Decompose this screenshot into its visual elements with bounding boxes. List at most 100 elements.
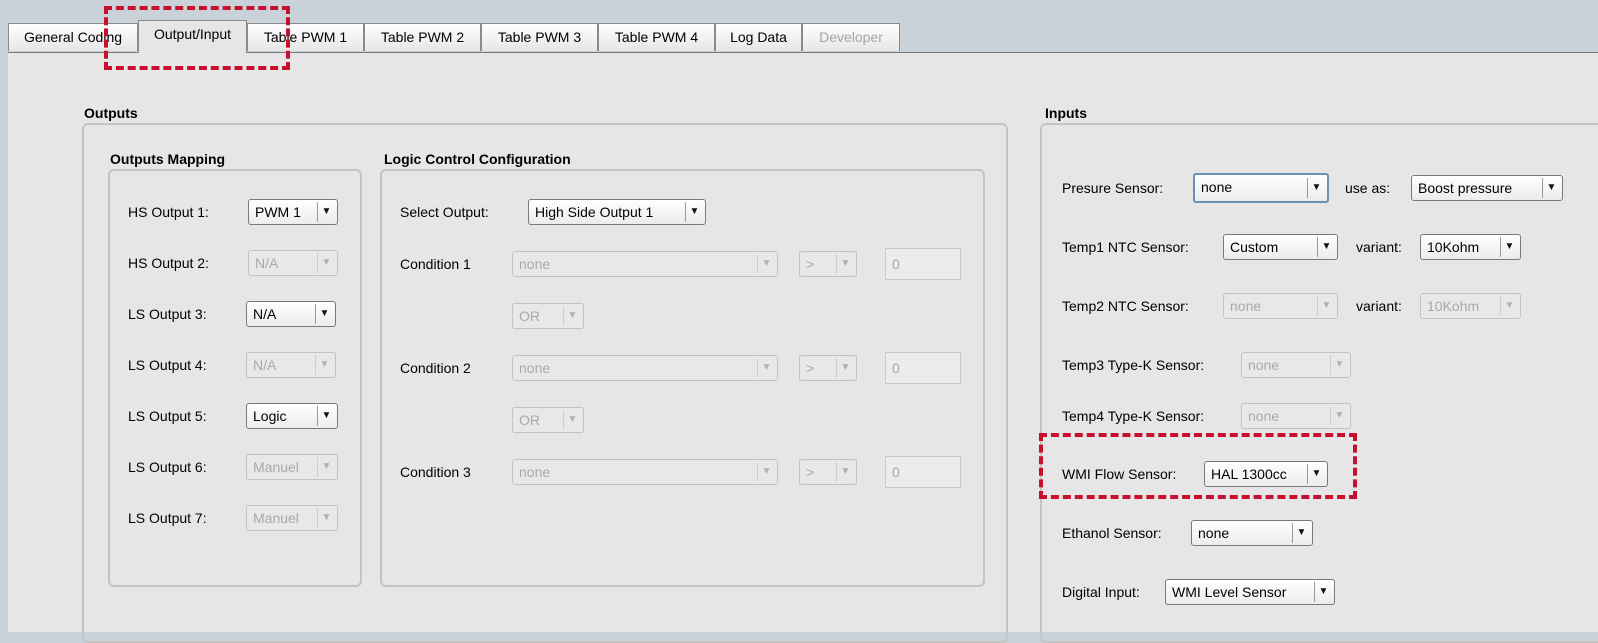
use-as-label: use as:: [1345, 180, 1391, 196]
hs-output-2-value: N/A: [255, 255, 279, 271]
ls-output-7-select: Manuel ▼: [246, 505, 338, 531]
condition-3-label: Condition 3: [400, 464, 471, 480]
condition-2-operator: >: [806, 360, 815, 376]
ls-output-3-label: LS Output 3:: [128, 306, 207, 322]
joiner-2-select: OR ▼: [512, 407, 584, 433]
condition-1-operator-select: > ▼: [799, 251, 857, 277]
ethanol-sensor-select[interactable]: none ▼: [1191, 520, 1313, 546]
temp2-ntc-label: Temp2 NTC Sensor:: [1062, 298, 1189, 314]
logic-control-group: Select Output: High Side Output 1 ▼ Cond…: [380, 169, 985, 587]
triangle-down-icon: ▼: [317, 406, 335, 426]
tab-general-coding[interactable]: General Coding: [8, 23, 138, 51]
tab-output-input[interactable]: Output/Input: [138, 20, 247, 53]
triangle-down-icon: ▼: [563, 410, 581, 430]
ls-output-7-label: LS Output 7:: [128, 510, 207, 526]
select-output-label: Select Output:: [400, 204, 489, 220]
outputs-mapping-title: Outputs Mapping: [110, 151, 226, 167]
joiner-1-value: OR: [519, 308, 540, 324]
pressure-sensor-value: none: [1201, 179, 1233, 195]
triangle-down-icon: ▼: [1330, 355, 1348, 375]
condition-1-value: none: [519, 256, 551, 272]
condition-1-number-field: 0: [885, 248, 961, 280]
triangle-down-icon: ▼: [836, 254, 854, 274]
hs-output-1-value: PWM 1: [255, 204, 301, 220]
ls-output-6-select: Manuel ▼: [246, 454, 338, 480]
tab-table-pwm-3[interactable]: Table PWM 3: [481, 23, 598, 51]
temp1-ntc-select[interactable]: Custom ▼: [1223, 234, 1338, 260]
triangle-down-icon: ▼: [836, 462, 854, 482]
triangle-down-icon: ▼: [757, 254, 775, 274]
ls-output-3-select[interactable]: N/A ▼: [246, 301, 336, 327]
use-as-select[interactable]: Boost pressure ▼: [1411, 175, 1563, 201]
tab-content: Outputs Outputs Mapping HS Output 1: PWM…: [8, 52, 1598, 643]
inputs-group: Presure Sensor: none ▼ use as: Boost pre…: [1040, 123, 1598, 643]
triangle-down-icon: ▼: [757, 358, 775, 378]
triangle-down-icon: ▼: [1307, 464, 1325, 484]
hs-output-2-select: N/A ▼: [248, 250, 338, 276]
temp2-ntc-value: none: [1230, 298, 1262, 314]
outputs-title: Outputs: [84, 105, 138, 121]
temp1-variant-select[interactable]: 10Kohm ▼: [1420, 234, 1521, 260]
condition-1-label: Condition 1: [400, 256, 471, 272]
ls-output-6-value: Manuel: [253, 459, 299, 475]
triangle-down-icon: ▼: [317, 253, 335, 273]
temp4-typek-label: Temp4 Type-K Sensor:: [1062, 408, 1205, 424]
triangle-down-icon: ▼: [1307, 178, 1325, 198]
ls-output-7-value: Manuel: [253, 510, 299, 526]
digital-input-select[interactable]: WMI Level Sensor ▼: [1165, 579, 1335, 605]
ls-output-5-select[interactable]: Logic ▼: [246, 403, 338, 429]
condition-2-value: none: [519, 360, 551, 376]
tab-developer: Developer: [802, 23, 900, 51]
condition-1-select: none ▼: [512, 251, 778, 277]
pressure-sensor-select[interactable]: none ▼: [1193, 173, 1329, 203]
digital-input-value: WMI Level Sensor: [1172, 584, 1287, 600]
logic-control-title: Logic Control Configuration: [384, 151, 571, 167]
condition-2-label: Condition 2: [400, 360, 471, 376]
hs-output-1-select[interactable]: PWM 1 ▼: [248, 199, 338, 225]
temp3-typek-select: none ▼: [1241, 352, 1351, 378]
ls-output-4-value: N/A: [253, 357, 277, 373]
ls-output-6-label: LS Output 6:: [128, 459, 207, 475]
temp4-typek-value: none: [1248, 408, 1280, 424]
tab-table-pwm-2[interactable]: Table PWM 2: [364, 23, 481, 51]
temp1-ntc-value: Custom: [1230, 239, 1279, 255]
condition-3-select: none ▼: [512, 459, 778, 485]
temp2-variant-value: 10Kohm: [1427, 298, 1480, 314]
wmi-flow-sensor-value: HAL 1300cc: [1211, 466, 1287, 482]
joiner-1-select: OR ▼: [512, 303, 584, 329]
triangle-down-icon: ▼: [1317, 296, 1335, 316]
ls-output-4-label: LS Output 4:: [128, 357, 207, 373]
condition-1-number: 0: [892, 256, 900, 272]
temp3-typek-label: Temp3 Type-K Sensor:: [1062, 357, 1205, 373]
triangle-down-icon: ▼: [1500, 237, 1518, 257]
hs-output-2-label: HS Output 2:: [128, 255, 209, 271]
wmi-flow-sensor-select[interactable]: HAL 1300cc ▼: [1204, 461, 1328, 487]
tab-bar: General Coding Output/Input Table PWM 1 …: [8, 20, 1598, 53]
triangle-down-icon: ▼: [757, 462, 775, 482]
triangle-down-icon: ▼: [1292, 523, 1310, 543]
tab-table-pwm-1[interactable]: Table PWM 1: [247, 23, 364, 51]
tab-table-pwm-4[interactable]: Table PWM 4: [598, 23, 715, 51]
select-output-select[interactable]: High Side Output 1 ▼: [528, 199, 706, 225]
outputs-mapping-group: HS Output 1: PWM 1 ▼ HS Output 2: N/A ▼ …: [108, 169, 362, 587]
hs-output-1-label: HS Output 1:: [128, 204, 209, 220]
ls-output-5-value: Logic: [253, 408, 287, 424]
ls-output-5-label: LS Output 5:: [128, 408, 207, 424]
triangle-down-icon: ▼: [317, 508, 335, 528]
triangle-down-icon: ▼: [315, 304, 333, 324]
condition-3-operator: >: [806, 464, 815, 480]
temp2-ntc-select: none ▼: [1223, 293, 1338, 319]
condition-3-operator-select: > ▼: [799, 459, 857, 485]
temp1-ntc-label: Temp1 NTC Sensor:: [1062, 239, 1189, 255]
select-output-value: High Side Output 1: [535, 204, 654, 220]
pressure-sensor-label: Presure Sensor:: [1062, 180, 1164, 196]
temp3-typek-value: none: [1248, 357, 1280, 373]
inputs-title: Inputs: [1045, 105, 1087, 121]
condition-2-select: none ▼: [512, 355, 778, 381]
tab-log-data[interactable]: Log Data: [715, 23, 802, 51]
triangle-down-icon: ▼: [1317, 237, 1335, 257]
condition-3-number: 0: [892, 464, 900, 480]
temp2-variant-label: variant:: [1356, 298, 1402, 314]
ls-output-3-value: N/A: [253, 306, 277, 322]
ethanol-sensor-label: Ethanol Sensor:: [1062, 525, 1162, 541]
